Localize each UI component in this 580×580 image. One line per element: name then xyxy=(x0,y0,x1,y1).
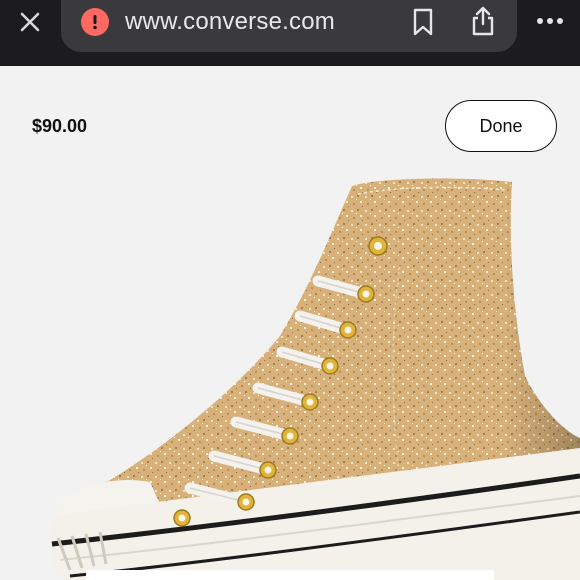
bookmark-button[interactable] xyxy=(407,6,439,38)
url-bar[interactable]: www.converse.com xyxy=(61,0,517,52)
done-button[interactable]: Done xyxy=(445,100,557,152)
warning-icon[interactable] xyxy=(81,8,109,36)
product-price: $90.00 xyxy=(32,116,88,136)
browser-toolbar: www.converse.com xyxy=(0,0,580,66)
close-button[interactable] xyxy=(14,6,46,38)
url-text[interactable]: www.converse.com xyxy=(125,8,335,36)
share-button[interactable] xyxy=(467,4,499,38)
close-icon xyxy=(20,12,40,32)
bookmark-icon xyxy=(413,8,433,36)
bottom-sheet-edge xyxy=(86,570,494,580)
more-button[interactable] xyxy=(532,8,568,34)
product-page: $90.00 Done xyxy=(0,66,580,580)
share-icon xyxy=(472,6,494,36)
more-icon xyxy=(537,18,563,24)
sneaker-image xyxy=(49,178,580,580)
